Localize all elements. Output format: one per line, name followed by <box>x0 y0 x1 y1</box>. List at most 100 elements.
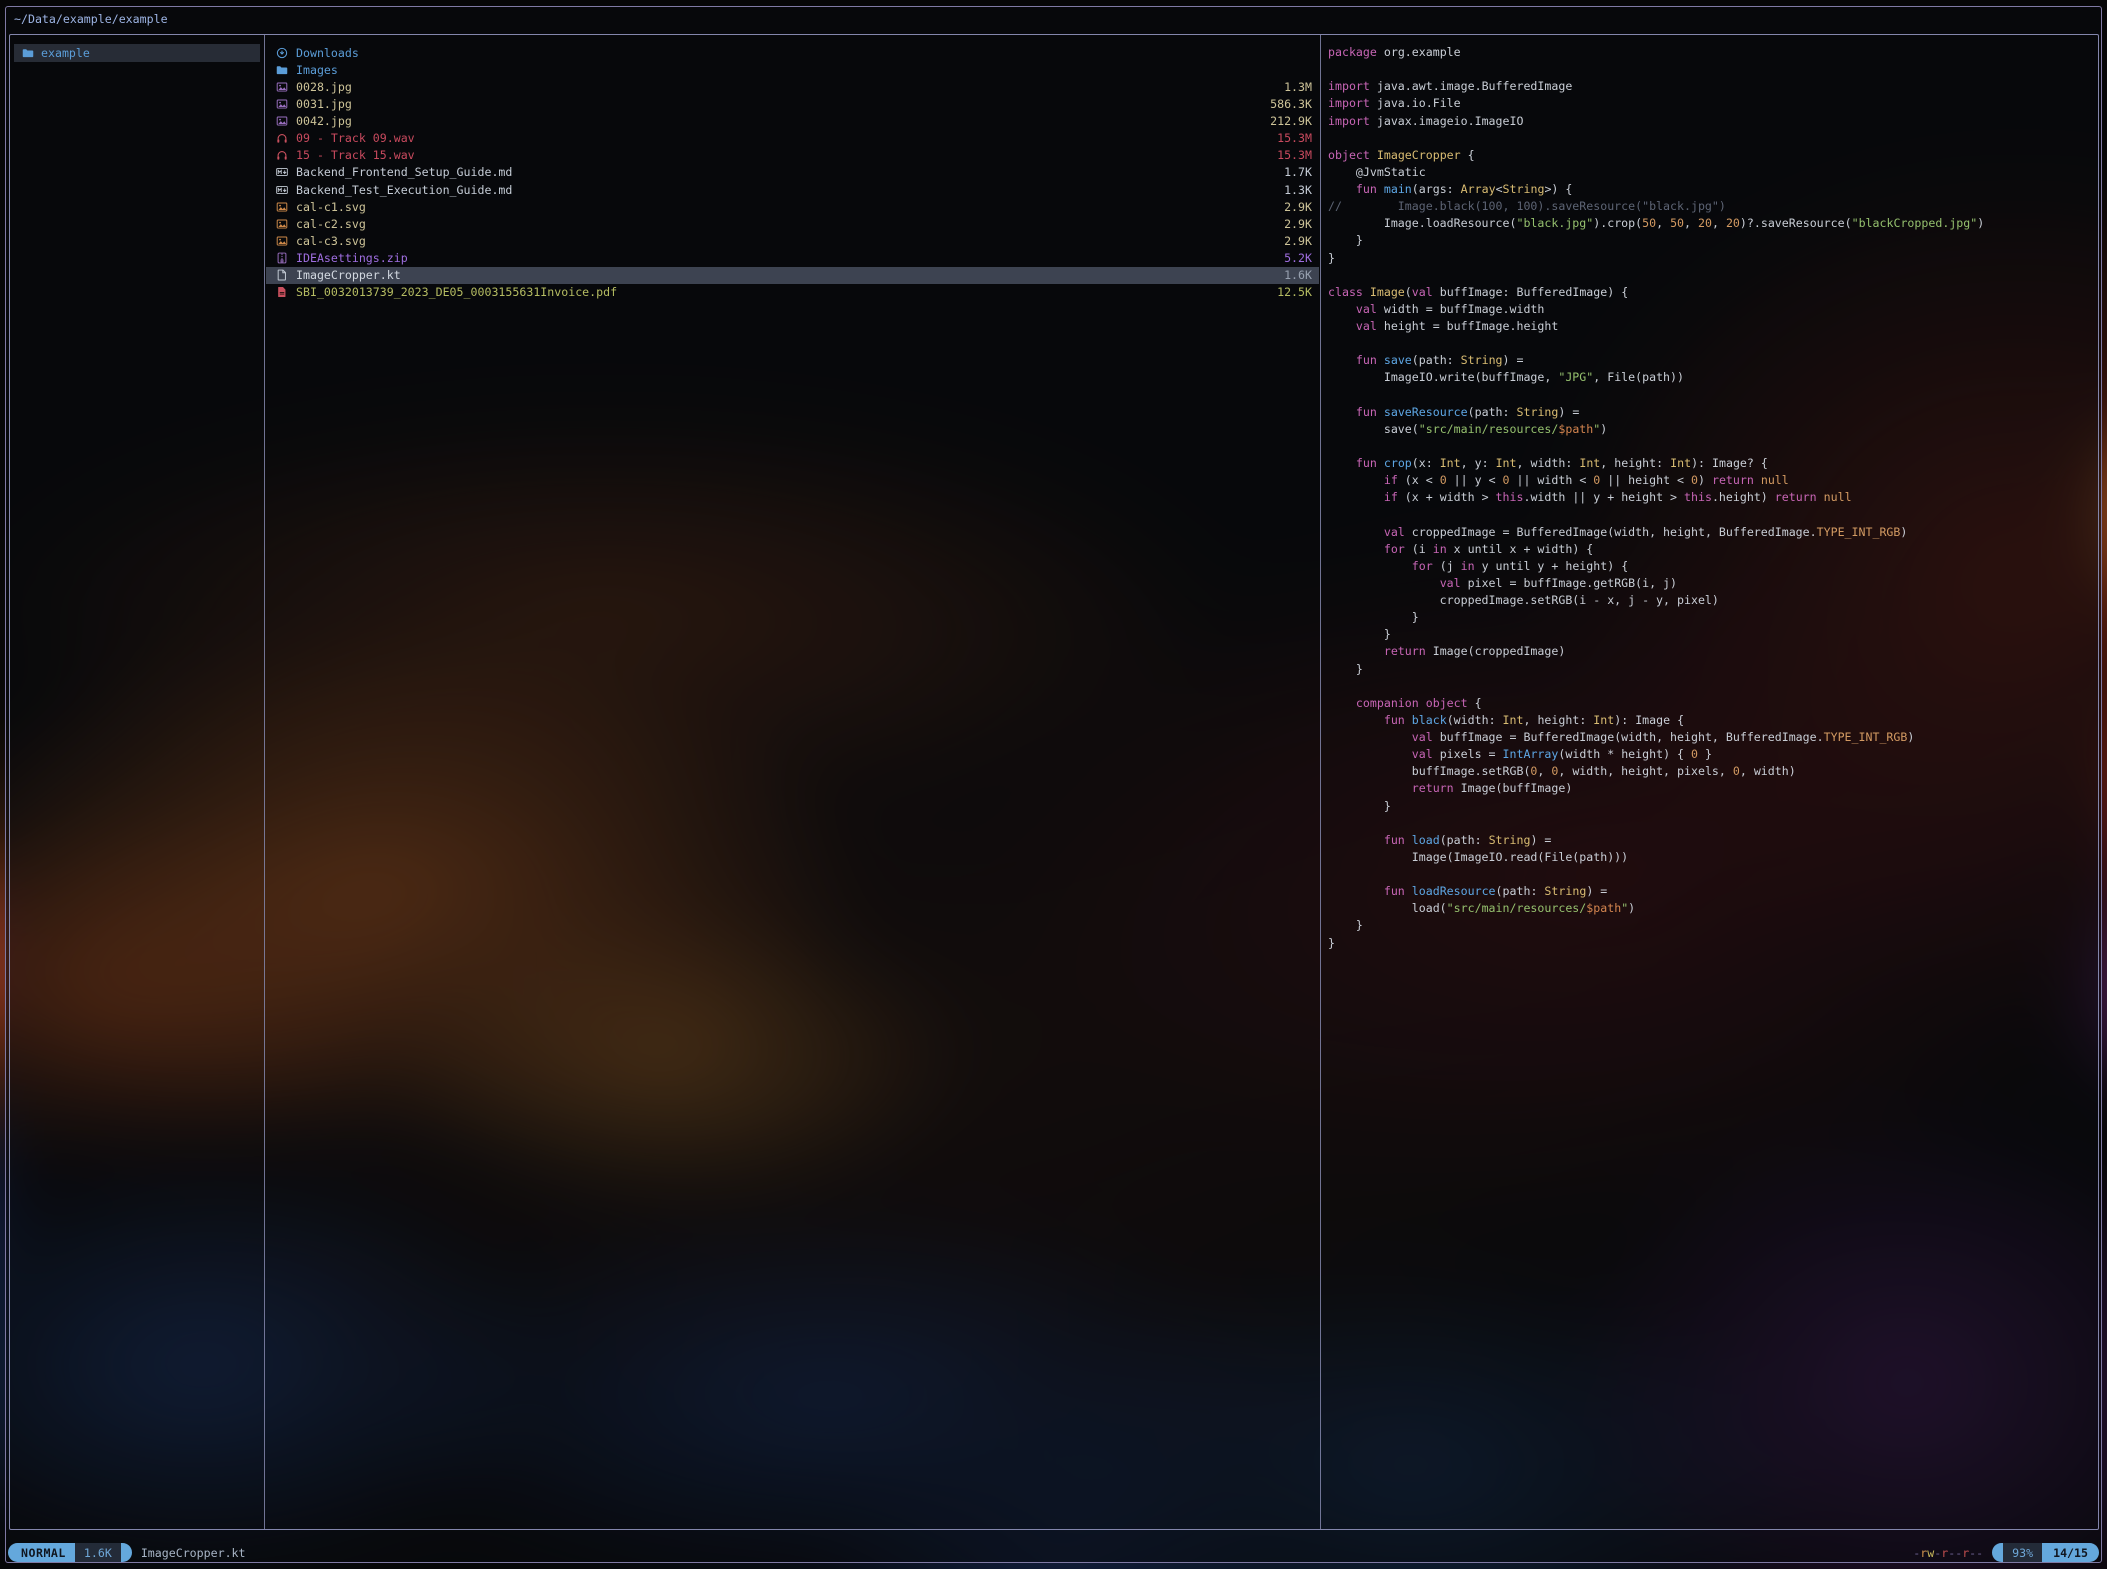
code-line: } <box>1328 798 2094 815</box>
code-line: if (x < 0 || y < 0 || width < 0 || heigh… <box>1328 472 2094 489</box>
code-line <box>1328 506 2094 523</box>
code-line: for (i in x until x + width) { <box>1328 541 2094 558</box>
code-line: import java.awt.image.BufferedImage <box>1328 78 2094 95</box>
file-row[interactable]: 15 - Track 15.wav15.3M <box>266 147 1319 164</box>
code-line: // Image.black(100, 100).saveResource("b… <box>1328 198 2094 215</box>
code-line: buffImage.setRGB(0, 0, width, height, pi… <box>1328 763 2094 780</box>
code-line: return Image(croppedImage) <box>1328 643 2094 660</box>
file-size: 12.5K <box>1277 285 1312 299</box>
file-name: 09 - Track 09.wav <box>296 131 415 145</box>
code-line: val pixel = buffImage.getRGB(i, j) <box>1328 575 2094 592</box>
code-line <box>1328 815 2094 832</box>
code-line: } <box>1328 609 2094 626</box>
code-line: } <box>1328 232 2094 249</box>
code-line <box>1328 335 2094 352</box>
pdf-icon <box>276 286 288 298</box>
file-row[interactable]: cal-c2.svg2.9K <box>266 215 1319 232</box>
breadcrumb-path: ~/Data/example/example <box>14 10 168 28</box>
code-line: fun save(path: String) = <box>1328 352 2094 369</box>
cursor-position: 14/15 <box>2042 1543 2099 1562</box>
code-line: val pixels = IntArray(width * height) { … <box>1328 746 2094 763</box>
file-row[interactable]: Backend_Frontend_Setup_Guide.md 1.7K <box>266 164 1319 181</box>
file-row[interactable]: ImageCropper.kt1.6K <box>266 267 1319 284</box>
code-line: val buffImage = BufferedImage(width, hei… <box>1328 729 2094 746</box>
file-row[interactable]: 09 - Track 09.wav 15.3M <box>266 130 1319 147</box>
file-size: 2.9K <box>1284 200 1312 214</box>
code-line: fun saveResource(path: String) = <box>1328 404 2094 421</box>
parent-dir-item[interactable]: example <box>14 44 260 62</box>
parent-pane[interactable]: example <box>14 44 260 62</box>
code-line: } <box>1328 250 2094 267</box>
preview-pane[interactable]: package org.example import java.awt.imag… <box>1328 44 2094 1525</box>
code-line: fun main(args: Array<String>) { <box>1328 181 2094 198</box>
terminal-window: ~/Data/example/example example Downloads… <box>5 6 2102 1563</box>
status-file-size: 1.6K <box>75 1543 121 1562</box>
code-line: fun crop(x: Int, y: Int, width: Int, hei… <box>1328 455 2094 472</box>
code-line: if (x + width > this.width || y + height… <box>1328 489 2094 506</box>
file-row[interactable]: SBI_0032013739_2023_DE05_0003155631Invoi… <box>266 284 1319 301</box>
file-size: 5.2K <box>1284 251 1312 265</box>
code-line <box>1328 438 2094 455</box>
code-line: val height = buffImage.height <box>1328 318 2094 335</box>
code-line <box>1328 130 2094 147</box>
file-name: cal-c3.svg <box>296 234 366 248</box>
scroll-percent: 93% <box>2003 1543 2042 1562</box>
file-row[interactable]: Images <box>266 61 1319 78</box>
file-name: cal-c2.svg <box>296 217 366 231</box>
file-row[interactable]: cal-c1.svg2.9K <box>266 198 1319 215</box>
mode-indicator: NORMAL <box>8 1543 75 1562</box>
code-line: fun load(path: String) = <box>1328 832 2094 849</box>
powerline-separator-icon <box>121 1543 132 1562</box>
panes-container: example Downloads Images0028.jpg1.3M0031.… <box>9 34 2099 1530</box>
image-icon <box>276 235 288 247</box>
code-line: return Image(buffImage) <box>1328 780 2094 797</box>
code-line: } <box>1328 661 2094 678</box>
file-row[interactable]: cal-c3.svg2.9K <box>266 232 1319 249</box>
archive-icon <box>276 252 288 264</box>
file-row[interactable]: Backend_Test_Execution_Guide.md1.3K <box>266 181 1319 198</box>
powerline-separator-icon <box>1992 1543 2003 1562</box>
code-line: } <box>1328 935 2094 952</box>
file-name: Backend_Frontend_Setup_Guide.md <box>296 165 512 179</box>
file-size: 212.9K <box>1270 114 1312 128</box>
pane-divider-right <box>1320 35 1321 1529</box>
screen: ~/Data/example/example example Downloads… <box>0 0 2107 1569</box>
code-line: companion object { <box>1328 695 2094 712</box>
image-icon <box>276 201 288 213</box>
code-line: Image(ImageIO.read(File(path))) <box>1328 849 2094 866</box>
audio-icon <box>276 149 288 161</box>
code-line: fun loadResource(path: String) = <box>1328 883 2094 900</box>
image-icon <box>276 218 288 230</box>
image-icon <box>276 98 288 110</box>
code-line: for (j in y until y + height) { <box>1328 558 2094 575</box>
code-line: class Image(val buffImage: BufferedImage… <box>1328 284 2094 301</box>
file-name: ImageCropper.kt <box>296 268 401 282</box>
image-icon <box>276 81 288 93</box>
file-name: Backend_Test_Execution_Guide.md <box>296 183 512 197</box>
file-size: 1.7K <box>1284 165 1312 179</box>
markdown-icon <box>276 184 288 196</box>
file-name: Images <box>296 63 338 77</box>
code-line: val width = buffImage.width <box>1328 301 2094 318</box>
audio-icon <box>276 132 288 144</box>
folder-icon <box>22 47 34 59</box>
code-line <box>1328 866 2094 883</box>
code-line: object ImageCropper { <box>1328 147 2094 164</box>
file-list-pane[interactable]: Downloads Images0028.jpg1.3M0031.jpg586.3… <box>266 44 1319 301</box>
file-row[interactable]: 0042.jpg212.9K <box>266 113 1319 130</box>
code-line: save("src/main/resources/$path") <box>1328 421 2094 438</box>
file-size: 15.3M <box>1277 131 1312 145</box>
file-row[interactable]: 0028.jpg1.3M <box>266 78 1319 95</box>
image-icon <box>276 115 288 127</box>
file-name: Downloads <box>296 46 359 60</box>
parent-dir-label: example <box>41 46 90 60</box>
file-row[interactable]: 0031.jpg586.3K <box>266 95 1319 112</box>
file-row[interactable]: Downloads <box>266 44 1319 61</box>
code-line: import java.io.File <box>1328 95 2094 112</box>
folder-download-icon <box>276 47 288 59</box>
code-line: ImageIO.write(buffImage, "JPG", File(pat… <box>1328 369 2094 386</box>
file-row[interactable]: IDEAsettings.zip5.2K <box>266 250 1319 267</box>
file-name: 15 - Track 15.wav <box>296 148 415 162</box>
file-permissions: -rw-r--r-- <box>1913 1546 1983 1560</box>
code-line <box>1328 387 2094 404</box>
